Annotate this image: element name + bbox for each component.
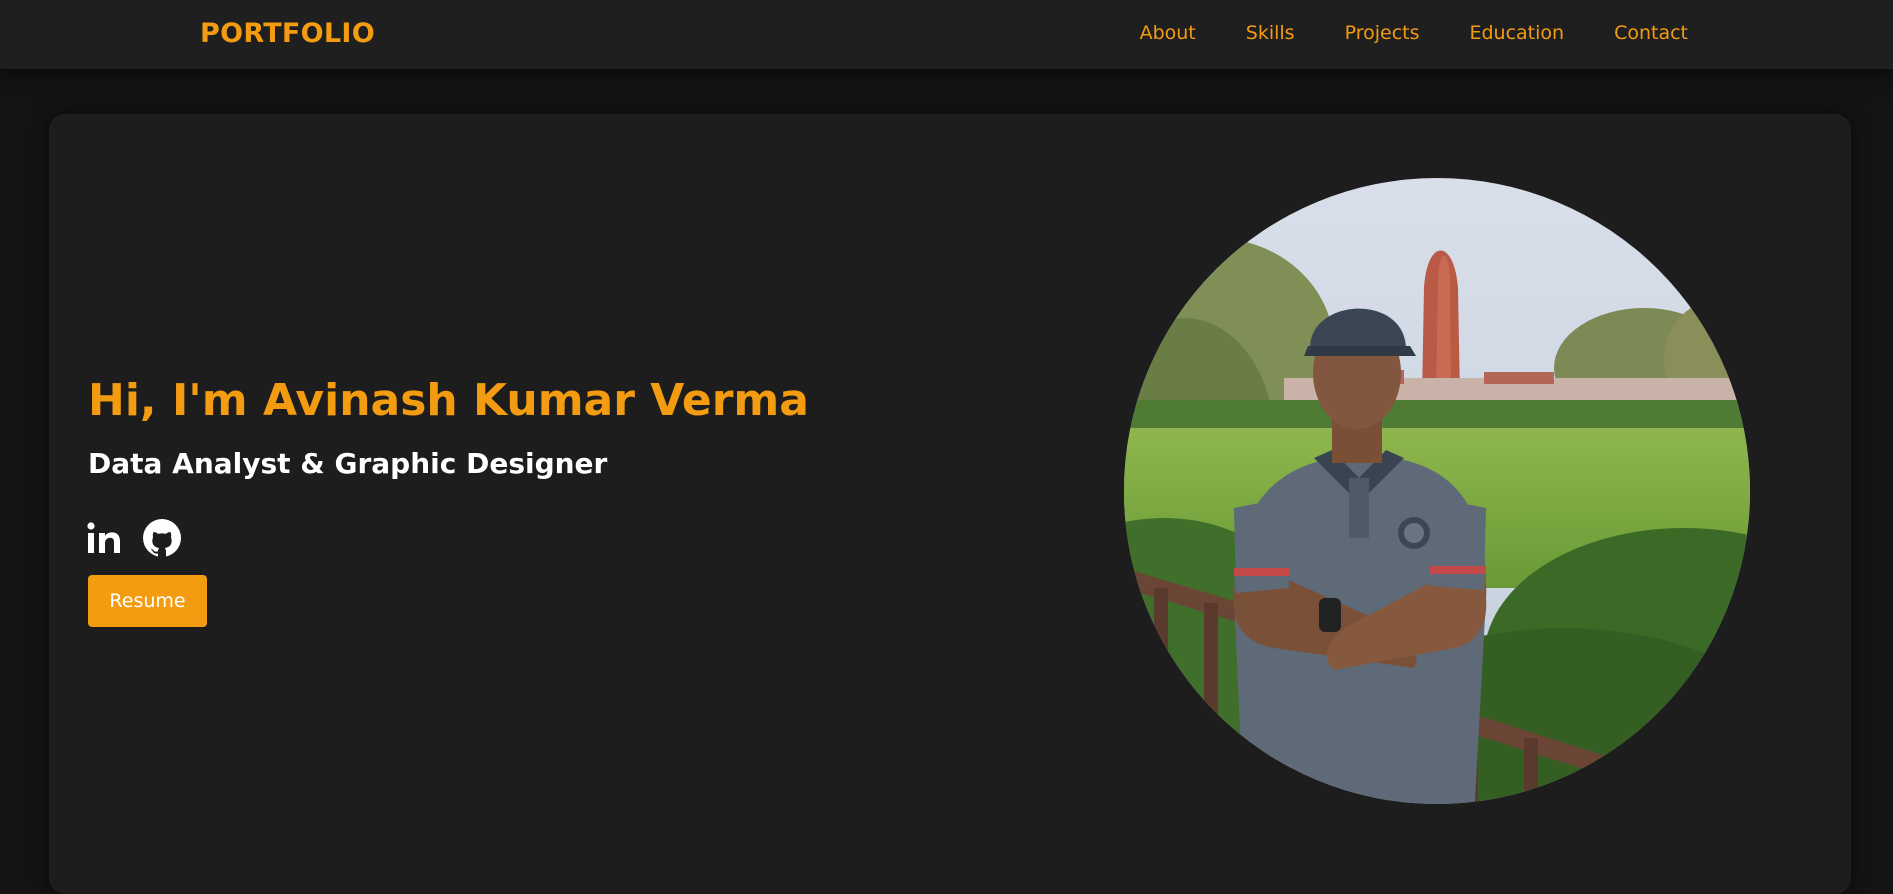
social-links: [86, 518, 182, 558]
nav-link-contact[interactable]: Contact: [1614, 22, 1688, 44]
profile-photo: [1124, 178, 1750, 804]
hero-title: Hi, I'm Avinash Kumar Verma: [88, 375, 809, 426]
nav-link-skills[interactable]: Skills: [1246, 22, 1295, 44]
github-link[interactable]: [142, 518, 182, 558]
nav-link-projects[interactable]: Projects: [1345, 22, 1420, 44]
hero-subtitle: Data Analyst & Graphic Designer: [88, 447, 608, 480]
navbar: PORTFOLIO About Skills Projects Educatio…: [0, 0, 1893, 69]
nav-link-education[interactable]: Education: [1469, 22, 1564, 44]
github-icon: [143, 519, 181, 557]
linkedin-link[interactable]: [86, 518, 126, 558]
nav-links: About Skills Projects Education Contact: [1140, 22, 1688, 44]
nav-link-about[interactable]: About: [1140, 22, 1196, 44]
brand-logo[interactable]: PORTFOLIO: [200, 18, 375, 49]
resume-button[interactable]: Resume: [88, 575, 207, 627]
linkedin-icon: [87, 522, 120, 553]
